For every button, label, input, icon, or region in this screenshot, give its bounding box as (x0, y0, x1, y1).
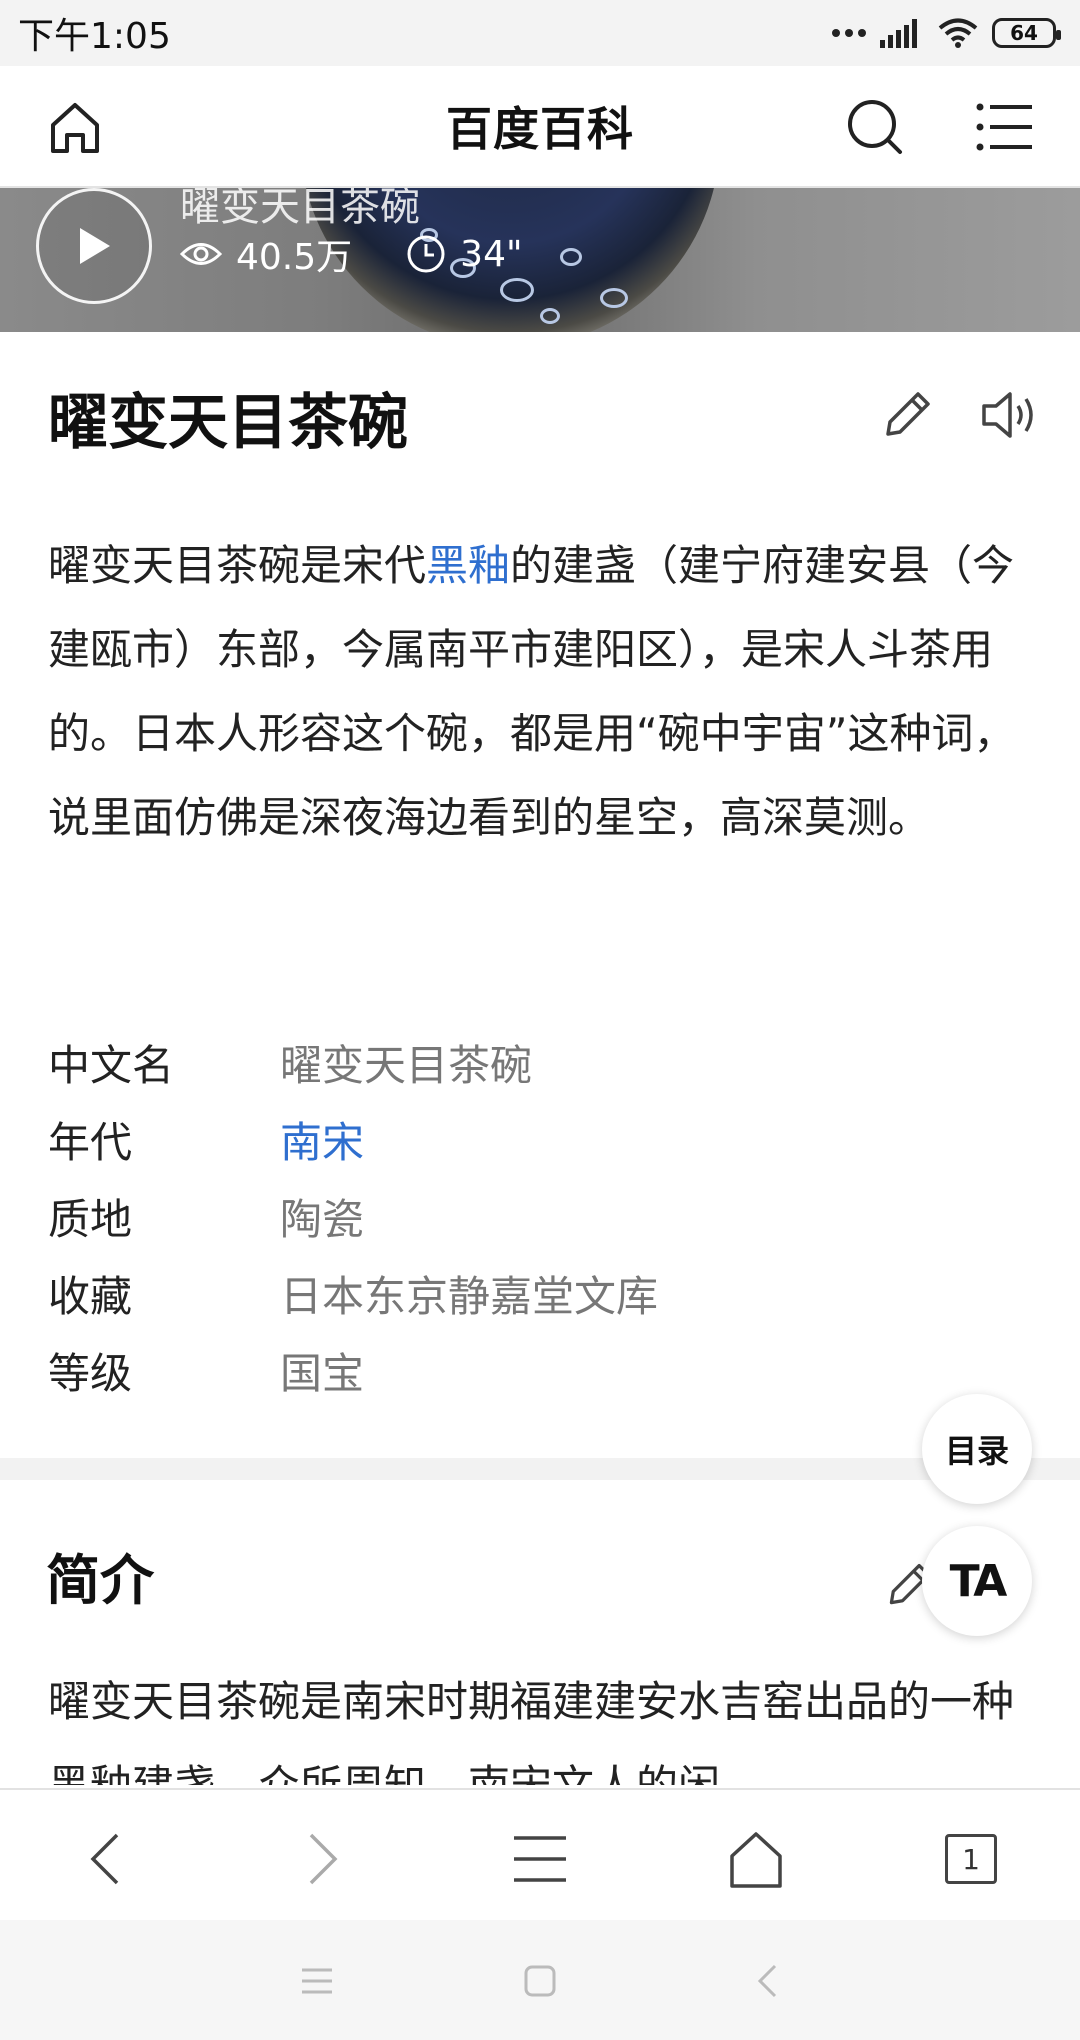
back-icon (90, 1833, 119, 1885)
wifi-icon (938, 18, 978, 48)
infobox-label: 等级 (48, 1349, 133, 1398)
tab-count: 1 (962, 1842, 980, 1876)
read-aloud-button[interactable] (980, 388, 1040, 442)
infobox-label: 中文名 (48, 1041, 175, 1090)
infobox-row: 收藏 日本东京静嘉堂文库 (48, 1255, 1038, 1332)
section-title: 简介 (46, 1549, 154, 1612)
app-title: 百度百科 (446, 102, 634, 156)
search-icon (848, 100, 902, 154)
menu-button[interactable] (972, 94, 1038, 160)
speaker-icon (982, 392, 1033, 438)
menu-icon (976, 103, 1032, 151)
infobox-value-link[interactable]: 南宋 (280, 1109, 364, 1170)
browser-toolbar: 1 (0, 1788, 1080, 1920)
infobox: 中文名 曜变天目茶碗 年代 南宋 质地 陶瓷 收藏 日本东京静嘉堂文库 等级 国… (48, 1024, 1038, 1409)
infobox-label: 收藏 (48, 1272, 133, 1321)
app-header: 百度百科 (0, 66, 1080, 188)
edit-icon (886, 392, 930, 436)
signal-icon (880, 19, 917, 48)
status-bar: 下午1:05 64 (0, 0, 1080, 66)
section-text: 曜变天目茶碗是南宋时期福建建安水吉窑出品的一种黑釉建盏，众所周知，南宋文人的闲 (48, 1677, 1015, 1785)
infobox-row: 质地 陶瓷 (48, 1178, 1038, 1255)
status-time: 下午1:05 (18, 16, 171, 57)
infobox-label: 质地 (48, 1195, 133, 1244)
view-count: 40.5万 (236, 237, 353, 278)
square-icon (524, 1965, 556, 1997)
summary-text-start: 曜变天目茶碗是宋代 (48, 541, 427, 590)
edit-button[interactable] (880, 388, 934, 442)
infobox-label: 年代 (48, 1118, 133, 1167)
infobox-value: 曜变天目茶碗 (280, 1041, 533, 1090)
tabs-icon: 1 (945, 1834, 997, 1884)
forward-button[interactable] (290, 1826, 356, 1892)
browser-menu-button[interactable] (507, 1826, 573, 1892)
summary-link-black-glaze[interactable]: 黑釉 (426, 541, 510, 590)
menu-lines-icon (514, 1836, 566, 1882)
back-icon (757, 1964, 777, 1998)
recents-icon (302, 1968, 332, 1994)
play-button[interactable] (36, 188, 152, 304)
infobox-value: 国宝 (280, 1349, 365, 1398)
system-home-button[interactable] (515, 1956, 565, 2006)
infobox-value: 日本东京静嘉堂文库 (280, 1272, 659, 1321)
video-banner[interactable]: 曜变天目茶碗 40.5万 34" (0, 188, 1080, 332)
browser-home-button[interactable] (723, 1826, 789, 1892)
section-divider (0, 1458, 1080, 1480)
system-back-button[interactable] (742, 1956, 792, 2006)
clock-icon (407, 235, 445, 273)
battery-icon: 64 (992, 18, 1061, 48)
system-nav-bar (0, 1920, 1080, 2040)
status-icons: 64 (832, 17, 1061, 49)
recents-button[interactable] (292, 1956, 342, 2006)
ta-button[interactable]: TA (922, 1526, 1032, 1636)
article-summary: 曜变天目茶碗是宋代黑釉的建盏（建宁府建安县（今建瓯市）东部，今属南平市建阳区），… (48, 524, 1038, 860)
search-button[interactable] (842, 94, 908, 160)
home-button[interactable] (42, 94, 108, 160)
eye-icon (180, 243, 222, 265)
home-icon (51, 103, 99, 153)
play-icon (80, 228, 110, 264)
video-duration: 34" (460, 233, 523, 275)
infobox-row: 年代 南宋 (48, 1101, 1038, 1178)
video-meta: 40.5万 34" (180, 228, 523, 280)
toc-button[interactable]: 目录 (922, 1394, 1032, 1504)
article-title: 曜变天目茶碗 (48, 388, 408, 458)
infobox-row: 中文名 曜变天目茶碗 (48, 1024, 1038, 1101)
back-button[interactable] (72, 1826, 138, 1892)
infobox-row: 等级 国宝 (48, 1332, 1038, 1409)
tabs-button[interactable]: 1 (938, 1826, 1004, 1892)
home-icon (730, 1832, 782, 1888)
forward-icon (309, 1833, 338, 1885)
more-dots-icon (832, 29, 866, 37)
infobox-value: 陶瓷 (280, 1195, 365, 1244)
battery-level: 64 (1010, 21, 1038, 45)
video-title: 曜变天目茶碗 (180, 188, 420, 230)
